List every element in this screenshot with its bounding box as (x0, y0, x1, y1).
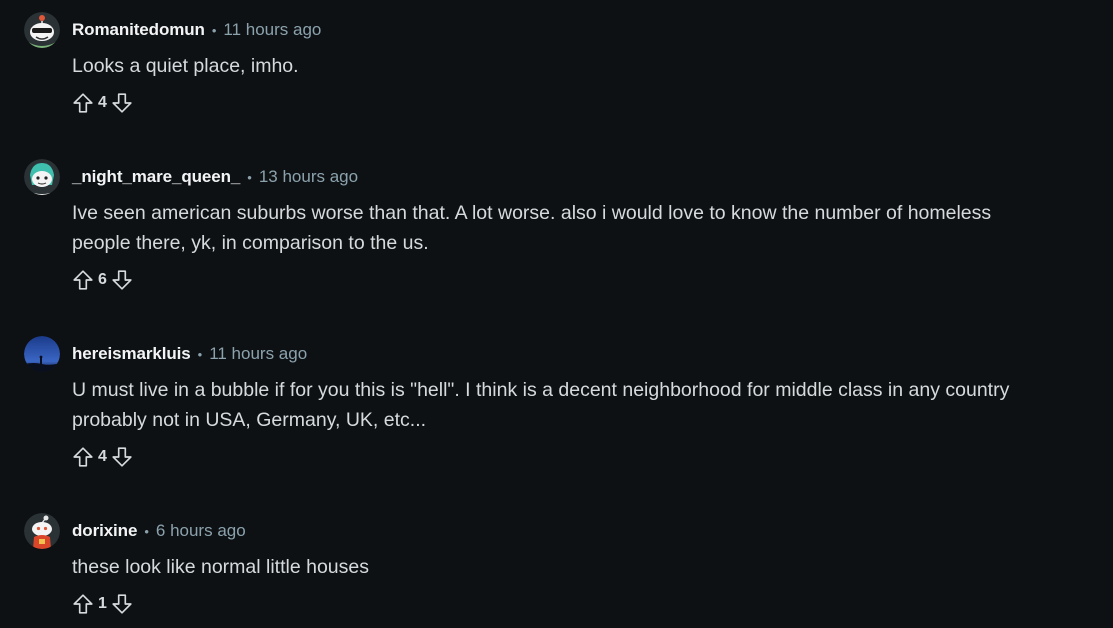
upvote-arrow-icon (73, 93, 93, 113)
snoo-sunglasses-avatar-icon[interactable] (24, 12, 60, 48)
comment: Romanitedomun • 11 hours ago Looks a qui… (24, 12, 1093, 119)
comment-feed: Romanitedomun • 11 hours ago Looks a qui… (0, 0, 1113, 628)
downvote-arrow-icon (112, 270, 132, 290)
comment-body: these look like normal little houses (72, 556, 369, 578)
comment-author[interactable]: dorixine (72, 521, 137, 541)
comment-header: _night_mare_queen_ • 13 hours ago (24, 159, 1093, 195)
snoo-teal-hair-avatar-icon[interactable] (24, 159, 60, 195)
comment-timestamp[interactable]: 13 hours ago (259, 167, 358, 187)
comment-header: dorixine • 6 hours ago (24, 513, 1093, 549)
comment-actions: 4 (70, 441, 1093, 473)
comment-body: Ive seen american suburbs worse than tha… (72, 202, 992, 254)
night-sky-photo-avatar-icon[interactable] (24, 336, 60, 372)
downvote-arrow-icon (112, 594, 132, 614)
meta-separator: • (197, 346, 203, 362)
upvote-arrow-icon (73, 447, 93, 467)
comment-actions: 1 (70, 588, 1093, 620)
comment-header: Romanitedomun • 11 hours ago (24, 12, 1093, 48)
downvote-arrow-icon (112, 93, 132, 113)
vote-score: 4 (98, 448, 107, 465)
comment-actions: 4 (70, 87, 1093, 119)
comment-author[interactable]: Romanitedomun (72, 20, 205, 40)
comment-body: U must live in a bubble if for you this … (72, 379, 1010, 431)
downvote-button[interactable] (109, 591, 135, 617)
snoo-default-avatar-icon[interactable] (24, 513, 60, 549)
comment-header: hereismarkluis • 11 hours ago (24, 336, 1093, 372)
vote-score: 1 (98, 595, 107, 612)
comment-author[interactable]: _night_mare_queen_ (72, 167, 240, 187)
comment-timestamp[interactable]: 11 hours ago (209, 344, 307, 364)
upvote-arrow-icon (73, 594, 93, 614)
downvote-button[interactable] (109, 444, 135, 470)
upvote-button[interactable] (70, 591, 96, 617)
meta-separator: • (211, 22, 217, 38)
meta-separator: • (144, 523, 149, 539)
downvote-button[interactable] (109, 267, 135, 293)
comment-body: Looks a quiet place, imho. (72, 55, 299, 77)
comment-author[interactable]: hereismarkluis (72, 344, 191, 364)
vote-score: 4 (98, 94, 107, 111)
comment: hereismarkluis • 11 hours ago U must liv… (24, 336, 1093, 473)
comment-timestamp[interactable]: 6 hours ago (156, 521, 246, 541)
downvote-button[interactable] (109, 90, 135, 116)
upvote-button[interactable] (70, 444, 96, 470)
comment-actions: 6 (70, 264, 1093, 296)
comment: dorixine • 6 hours ago these look like n… (24, 513, 1093, 620)
comment-timestamp[interactable]: 11 hours ago (223, 20, 321, 40)
upvote-button[interactable] (70, 267, 96, 293)
comment: _night_mare_queen_ • 13 hours ago Ive se… (24, 159, 1093, 296)
meta-separator: • (247, 169, 252, 185)
downvote-arrow-icon (112, 447, 132, 467)
vote-score: 6 (98, 271, 107, 288)
upvote-button[interactable] (70, 90, 96, 116)
upvote-arrow-icon (73, 270, 93, 290)
